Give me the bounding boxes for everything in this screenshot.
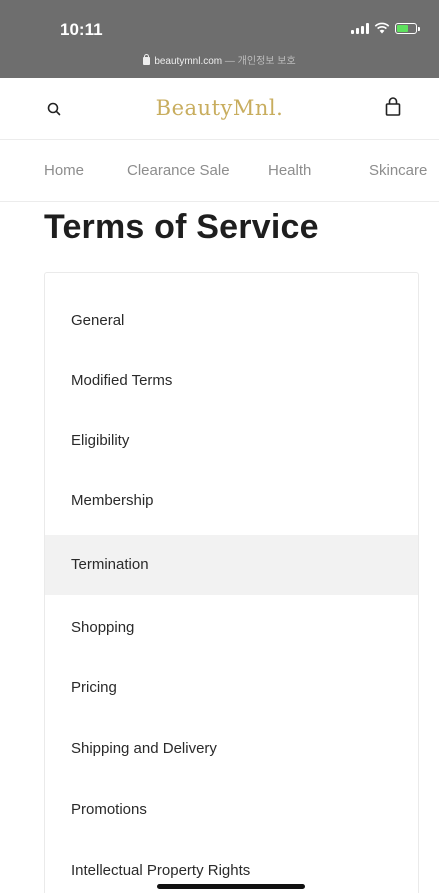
wifi-icon — [374, 22, 390, 34]
battery-fill — [397, 24, 408, 32]
search-icon[interactable] — [44, 98, 66, 120]
home-indicator[interactable] — [157, 884, 305, 889]
nav-item-skincare[interactable]: Skincare — [369, 162, 427, 179]
nav-item-health[interactable]: Health — [268, 162, 311, 179]
nav-item-clearance-sale[interactable]: Clearance Sale — [127, 162, 230, 179]
cellular-signal-icon — [351, 22, 369, 34]
url-text: beautymnl.com — [154, 56, 223, 67]
menu-item-promotions[interactable]: Promotions — [45, 780, 418, 840]
menu-item-termination[interactable]: Termination — [45, 535, 418, 595]
menu-item-shipping-and-delivery[interactable]: Shipping and Delivery — [45, 719, 418, 779]
menu-item-pricing[interactable]: Pricing — [45, 658, 418, 718]
menu-item-modified-terms[interactable]: Modified Terms — [45, 351, 418, 411]
terms-menu: General Modified Terms Eligibility Membe… — [44, 272, 419, 893]
menu-item-eligibility[interactable]: Eligibility — [45, 411, 418, 471]
menu-item-membership[interactable]: Membership — [45, 471, 418, 531]
nav-item-home[interactable]: Home — [44, 162, 84, 179]
status-icons — [351, 22, 420, 34]
menu-item-general[interactable]: General — [45, 291, 418, 351]
status-bar: 10:11 beautymnl.com — 개인정보 보호 — [0, 0, 439, 78]
status-time: 10:11 — [60, 20, 103, 39]
menu-item-shopping[interactable]: Shopping — [45, 598, 418, 658]
shopping-bag-icon[interactable] — [382, 95, 404, 119]
lock-icon — [143, 54, 151, 65]
url-privacy-text: — 개인정보 보호 — [224, 56, 296, 67]
battery-icon — [395, 22, 420, 34]
url-bar[interactable]: beautymnl.com — 개인정보 보호 — [0, 52, 439, 67]
category-nav: Home Clearance Sale Health Skincare — [0, 140, 439, 202]
page-title: Terms of Service — [44, 208, 319, 246]
site-header: BeautyMnl. — [0, 78, 439, 140]
